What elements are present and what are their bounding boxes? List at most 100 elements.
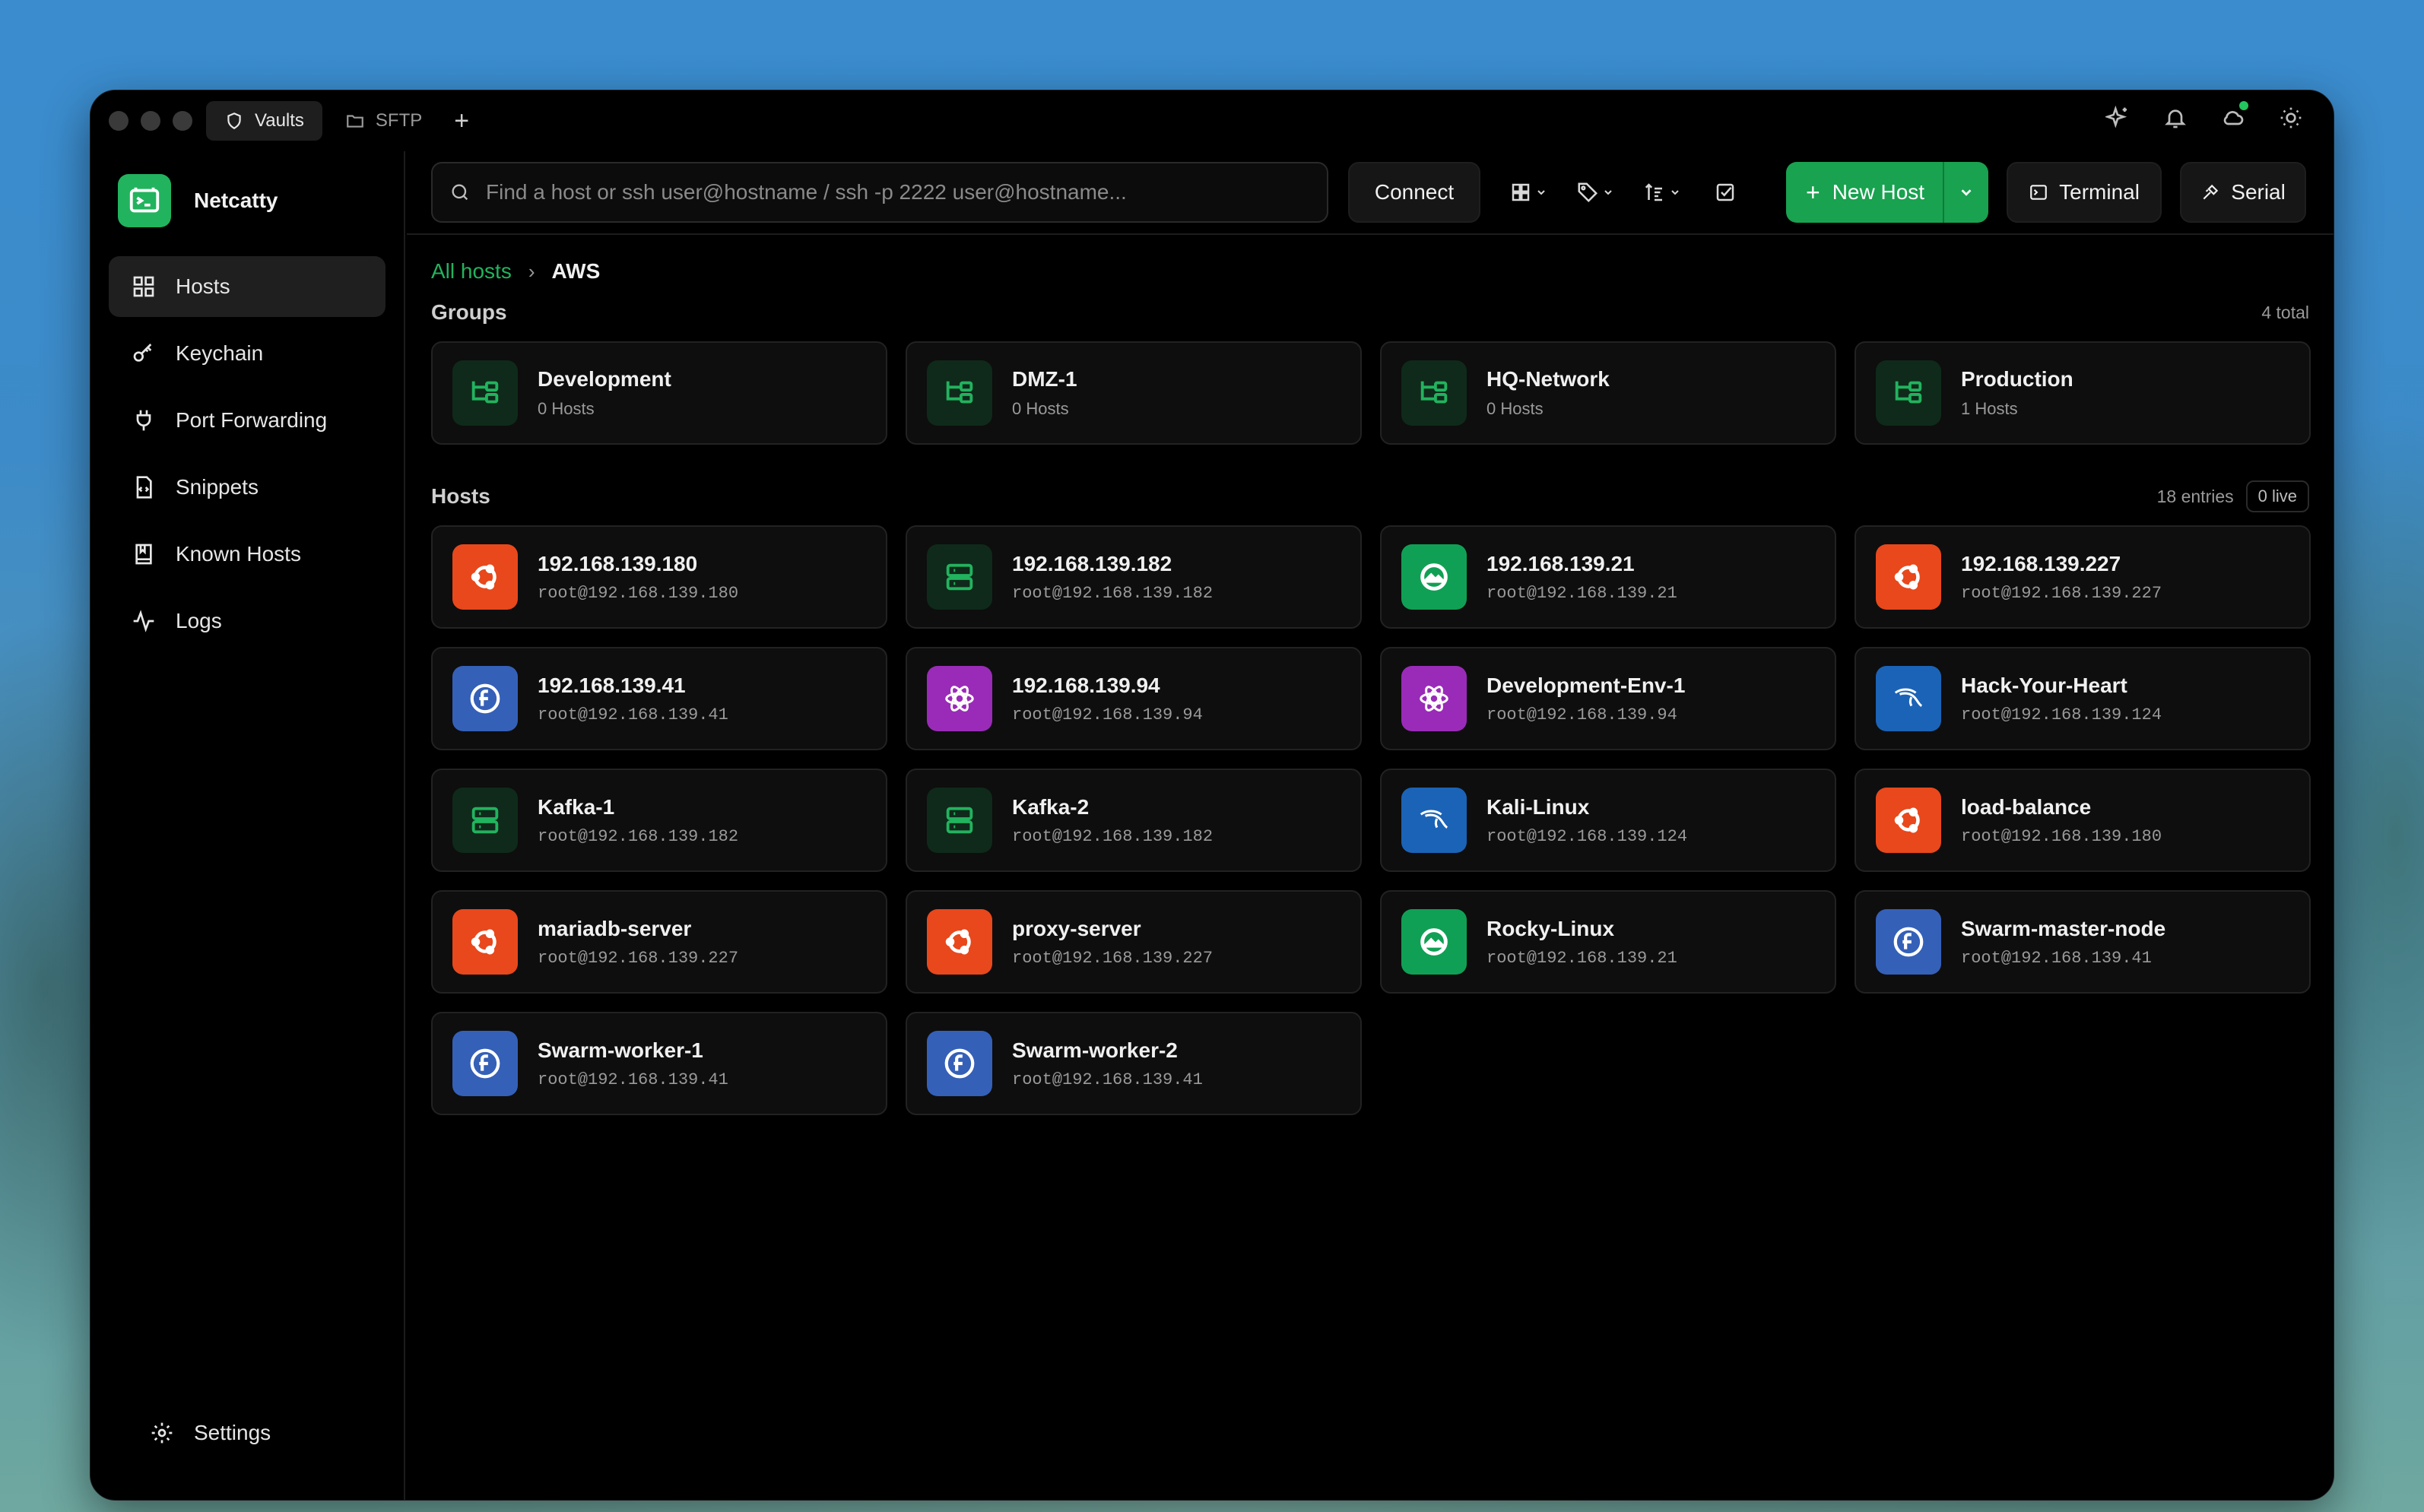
tab-vaults[interactable]: Vaults <box>206 101 322 141</box>
group-name: DMZ-1 <box>1012 367 1077 391</box>
sidebar-item-label: Known Hosts <box>176 542 301 566</box>
plus-icon: + <box>1806 179 1820 206</box>
tab-sftp[interactable]: SFTP <box>327 101 440 141</box>
new-host-button[interactable]: + New Host <box>1786 162 1943 223</box>
host-card[interactable]: 192.168.139.41 root@192.168.139.41 <box>431 647 887 750</box>
group-card[interactable]: DMZ-1 0 Hosts <box>906 341 1362 445</box>
host-card[interactable]: Swarm-worker-2 root@192.168.139.41 <box>906 1012 1362 1115</box>
breadcrumb-current: AWS <box>551 259 601 283</box>
close-window-button[interactable] <box>109 111 128 131</box>
chevron-down-icon <box>1961 189 1972 196</box>
host-address: root@192.168.139.180 <box>1961 826 2162 846</box>
plug-icon <box>136 410 151 431</box>
group-host-count: 0 Hosts <box>1012 399 1069 418</box>
host-card[interactable]: Rocky-Linux root@192.168.139.21 <box>1380 890 1836 994</box>
sidebar-item-port-forwarding[interactable]: Port Forwarding <box>109 390 385 451</box>
search-icon <box>452 184 468 201</box>
zoom-window-button[interactable] <box>173 111 192 131</box>
tag-icon <box>1578 182 1598 203</box>
host-address: root@192.168.139.41 <box>538 705 728 724</box>
add-tab-button[interactable]: + <box>454 108 469 134</box>
host-name: Rocky-Linux <box>1486 916 1615 940</box>
gear-flower-icon <box>927 666 992 731</box>
sidebar-item-known-hosts[interactable]: Known Hosts <box>109 524 385 585</box>
content-area: All hosts › AWS Groups 4 total Developme… <box>407 259 2334 1115</box>
bell-icon[interactable] <box>2163 106 2188 130</box>
group-card[interactable]: Development 0 Hosts <box>431 341 887 445</box>
host-card[interactable]: proxy-server root@192.168.139.227 <box>906 890 1362 994</box>
terminal-button[interactable]: Terminal <box>2007 162 2162 223</box>
new-host-label: New Host <box>1832 180 1925 204</box>
host-card[interactable]: 192.168.139.182 root@192.168.139.182 <box>906 525 1362 629</box>
host-name: Hack-Your-Heart <box>1961 673 2127 697</box>
select-mode-button[interactable] <box>1702 162 1748 223</box>
group-card[interactable]: HQ-Network 0 Hosts <box>1380 341 1836 445</box>
host-name: mariadb-server <box>538 916 692 940</box>
ubuntu-icon <box>452 909 518 975</box>
sync-status-dot <box>2239 101 2248 110</box>
host-card[interactable]: 192.168.139.21 root@192.168.139.21 <box>1380 525 1836 629</box>
sidebar-item-label: Hosts <box>176 274 230 298</box>
host-name: 192.168.139.94 <box>1012 673 1160 697</box>
group-card[interactable]: Production 1 Hosts <box>1854 341 2311 445</box>
tag-filter-button[interactable] <box>1569 162 1622 223</box>
host-card[interactable]: 192.168.139.227 root@192.168.139.227 <box>1854 525 2311 629</box>
host-card[interactable]: Development-Env-1 root@192.168.139.94 <box>1380 647 1836 750</box>
host-card[interactable]: load-balance root@192.168.139.180 <box>1854 769 2311 872</box>
breadcrumb-all-hosts-link[interactable]: All hosts <box>431 259 512 284</box>
tab-label: Vaults <box>255 110 304 131</box>
bookmark-book-icon <box>135 544 152 565</box>
sidebar-item-hosts[interactable]: Hosts <box>109 256 385 317</box>
sun-icon[interactable] <box>2279 106 2303 130</box>
sort-icon <box>1645 183 1662 201</box>
host-card[interactable]: 192.168.139.94 root@192.168.139.94 <box>906 647 1362 750</box>
sidebar-item-label: Keychain <box>176 341 264 365</box>
host-card[interactable]: Swarm-master-node root@192.168.139.41 <box>1854 890 2311 994</box>
sidebar-item-settings[interactable]: Settings <box>127 1403 367 1463</box>
sort-button[interactable] <box>1636 162 1689 223</box>
title-bar: Vaults SFTP + <box>90 90 2334 151</box>
search-input[interactable] <box>486 180 1292 204</box>
group-host-count: 0 Hosts <box>1486 399 1544 418</box>
sidebar-item-logs[interactable]: Logs <box>109 591 385 651</box>
host-name: 192.168.139.21 <box>1486 551 1635 575</box>
host-card[interactable]: 192.168.139.180 root@192.168.139.180 <box>431 525 887 629</box>
sidebar-item-keychain[interactable]: Keychain <box>109 323 385 384</box>
sidebar-item-snippets[interactable]: Snippets <box>109 457 385 518</box>
host-name: 192.168.139.182 <box>1012 551 1172 575</box>
groups-title: Groups <box>431 300 507 324</box>
host-card[interactable]: Swarm-worker-1 root@192.168.139.41 <box>431 1012 887 1115</box>
host-card[interactable]: Kafka-2 root@192.168.139.182 <box>906 769 1362 872</box>
host-address: root@192.168.139.180 <box>538 583 739 603</box>
host-name: Swarm-master-node <box>1961 916 2166 940</box>
host-name: Development-Env-1 <box>1486 673 1686 697</box>
serial-button[interactable]: Serial <box>2180 162 2307 223</box>
cloud-sync-icon[interactable] <box>2221 101 2248 130</box>
minimize-window-button[interactable] <box>141 111 160 131</box>
group-name: Production <box>1961 367 2073 391</box>
folder-icon <box>347 115 363 128</box>
serial-label: Serial <box>2231 180 2286 204</box>
host-card[interactable]: Hack-Your-Heart root@192.168.139.124 <box>1854 647 2311 750</box>
kali-dragon-icon <box>1876 666 1941 731</box>
host-name: Kafka-2 <box>1012 794 1090 819</box>
ubuntu-icon <box>452 544 518 610</box>
brand-name: Netcatty <box>194 189 278 212</box>
sidebar-item-label: Logs <box>176 609 222 632</box>
host-address: root@192.168.139.182 <box>538 826 739 846</box>
fedora-icon <box>927 1031 992 1096</box>
host-card[interactable]: Kali-Linux root@192.168.139.124 <box>1380 769 1836 872</box>
group-tree-icon <box>452 360 518 426</box>
host-card[interactable]: mariadb-server root@192.168.139.227 <box>431 890 887 994</box>
new-host-dropdown-button[interactable] <box>1943 162 1988 223</box>
rocky-linux-icon <box>1401 909 1467 975</box>
window-controls <box>109 111 192 131</box>
group-tree-icon <box>1401 360 1467 426</box>
host-card[interactable]: Kafka-1 root@192.168.139.182 <box>431 769 887 872</box>
connect-button[interactable]: Connect <box>1348 162 1480 223</box>
group-tree-icon <box>927 360 992 426</box>
snippet-file-icon <box>136 476 152 499</box>
host-address: root@192.168.139.182 <box>1012 826 1214 846</box>
view-mode-button[interactable] <box>1502 162 1555 223</box>
sparkles-icon[interactable] <box>2104 105 2130 130</box>
